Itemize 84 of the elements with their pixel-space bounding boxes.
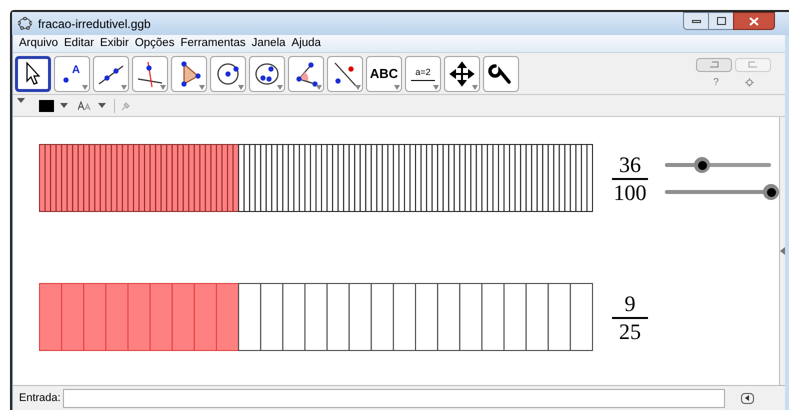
empty-cell <box>282 283 306 351</box>
empty-cell <box>459 283 482 351</box>
numerator: 36 <box>619 152 641 178</box>
tool-button[interactable] <box>249 56 285 92</box>
shaded-cell <box>105 283 128 351</box>
help-text[interactable]: ? <box>713 74 719 90</box>
menu-item[interactable]: Editar <box>64 34 94 52</box>
maximize-button[interactable] <box>709 12 733 30</box>
shaded-cell <box>127 283 151 351</box>
empty-cell <box>504 283 527 351</box>
empty-cell <box>304 283 328 351</box>
empty-cell <box>481 283 505 351</box>
shaded-cell <box>83 283 106 351</box>
empty-cell <box>392 283 416 351</box>
redo-icon <box>748 61 758 68</box>
shaded-cell <box>194 283 217 351</box>
tool-button[interactable] <box>327 56 363 92</box>
dropdown-triangle-icon <box>277 84 283 90</box>
close-icon <box>749 16 759 26</box>
menu-item[interactable]: Ajuda <box>292 34 321 52</box>
input-label: Entrada: <box>19 390 61 406</box>
denominator: 25 <box>619 318 641 344</box>
tool-button[interactable] <box>132 56 168 92</box>
dropdown-triangle-icon <box>160 84 166 90</box>
dropdown-triangle-icon <box>355 84 361 90</box>
dropdown-triangle-icon <box>199 84 205 90</box>
app-logo-icon <box>18 17 32 30</box>
dropdown-triangle-icon <box>433 84 439 90</box>
shaded-cell <box>39 283 62 351</box>
shaded-cell <box>150 283 173 351</box>
shaded-cell <box>216 283 240 351</box>
numerator: 9 <box>624 290 636 316</box>
denominator: 100 <box>614 180 646 206</box>
expand-panel-triangle-icon[interactable] <box>780 247 785 255</box>
tool-button[interactable] <box>444 56 480 92</box>
undo-button[interactable] <box>696 58 732 72</box>
menu-item[interactable]: Opções <box>134 34 174 52</box>
dropdown-triangle-icon <box>316 84 322 90</box>
empty-cell <box>415 283 438 351</box>
collapse-triangle-icon[interactable] <box>17 98 25 103</box>
menu-item[interactable]: Exibir <box>100 34 129 52</box>
caret-icon[interactable] <box>60 103 68 108</box>
shaded-cell <box>172 283 195 351</box>
empty-cell <box>370 283 394 351</box>
empty-cell <box>260 283 284 351</box>
empty-cell <box>437 283 460 351</box>
empty-cell <box>348 283 372 351</box>
minimize-icon <box>692 20 700 22</box>
slider-thumb[interactable] <box>763 184 779 200</box>
menu-item[interactable]: Janela <box>252 34 286 52</box>
four-way-arrow-icon <box>447 58 477 88</box>
empty-cell <box>238 283 262 351</box>
window-title: fracao-irredutivel.ggb <box>38 16 151 32</box>
font-size-icon[interactable] <box>78 100 92 110</box>
empty-cell <box>548 283 571 351</box>
minimize-button[interactable] <box>683 12 709 30</box>
tool-button[interactable] <box>483 56 519 92</box>
maximize-icon <box>716 17 726 25</box>
triangle-left-icon <box>745 395 750 401</box>
dropdown-triangle-icon <box>472 84 478 90</box>
tool-button[interactable] <box>15 56 51 92</box>
undo-icon <box>709 61 719 68</box>
tool-button[interactable] <box>171 56 207 92</box>
dropdown-triangle-icon <box>121 84 127 90</box>
dropdown-triangle-icon <box>82 84 88 90</box>
color-swatch[interactable] <box>39 100 54 112</box>
tool-button[interactable]: a=2 <box>405 56 441 92</box>
menu-item[interactable]: Ferramentas <box>180 34 246 52</box>
dropdown-triangle-icon <box>394 84 400 90</box>
input-help-button[interactable] <box>740 392 754 404</box>
close-button[interactable] <box>733 12 775 30</box>
slider-thumb[interactable] <box>694 157 710 173</box>
empty-cell <box>326 283 350 351</box>
tool-button[interactable] <box>288 56 324 92</box>
shaded-cell <box>61 283 84 351</box>
empty-cell <box>526 283 549 351</box>
empty-cell <box>570 283 593 351</box>
dropdown-triangle-icon <box>238 84 244 90</box>
menu-item[interactable]: Arquivo <box>19 34 58 52</box>
tool-button[interactable]: ABC <box>366 56 402 92</box>
tool-button[interactable] <box>210 56 246 92</box>
input-field[interactable] <box>62 388 725 408</box>
tool-button[interactable] <box>93 56 129 92</box>
caret-icon[interactable] <box>98 103 106 108</box>
